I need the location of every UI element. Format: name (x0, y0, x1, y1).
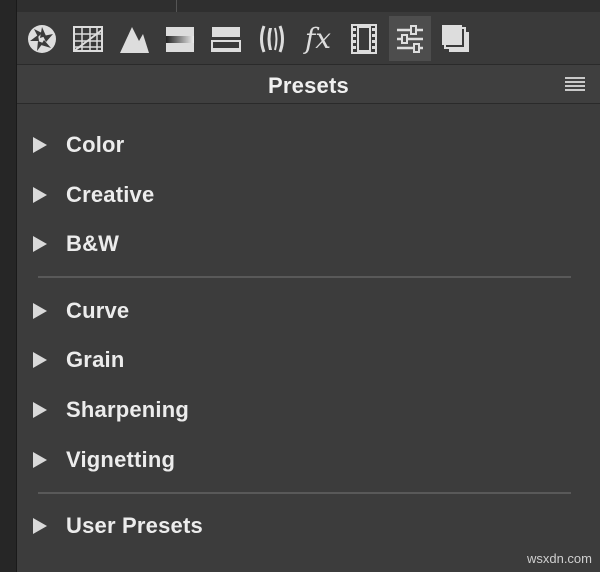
gradient-icon[interactable] (159, 16, 201, 61)
preset-group-bw[interactable]: B&W (29, 224, 569, 264)
menu-icon[interactable] (564, 76, 586, 92)
preset-group-label: Curve (66, 298, 130, 323)
expand-triangle-icon (33, 236, 47, 252)
preset-group-creative[interactable]: Creative (29, 175, 569, 215)
sliders-icon[interactable] (389, 16, 431, 61)
panel-header: Presets (17, 65, 600, 104)
preset-group-label: Grain (66, 347, 125, 372)
expand-triangle-icon (33, 452, 47, 468)
preset-group-label: Sharpening (66, 397, 190, 422)
left-edge (0, 0, 17, 572)
preset-group-user-presets[interactable]: User Presets (29, 506, 569, 546)
preset-group-sharpening[interactable]: Sharpening (29, 390, 569, 430)
grid-icon[interactable] (67, 16, 109, 61)
preset-group-label: Color (66, 132, 125, 157)
layers-icon[interactable] (435, 16, 477, 61)
preset-group-label: Vignetting (66, 447, 176, 472)
top-strip-divider (176, 0, 177, 12)
preset-group-label: User Presets (66, 513, 203, 538)
presets-list: Color Creative B&W Curve Grain Sharpenin… (17, 104, 600, 572)
preset-group-label: B&W (66, 231, 120, 256)
preset-group-curve[interactable]: Curve (29, 291, 569, 331)
tool-tabs-bar: fx (17, 12, 600, 65)
top-strip (0, 0, 600, 12)
expand-triangle-icon (33, 352, 47, 368)
divider (38, 492, 571, 494)
film-icon[interactable] (343, 16, 385, 61)
expand-triangle-icon (33, 303, 47, 319)
lens-icon[interactable] (251, 16, 293, 61)
preset-group-label: Creative (66, 182, 155, 207)
watermark: wsxdn.com (526, 551, 592, 566)
sharpness-icon[interactable] (113, 16, 155, 61)
aperture-icon[interactable] (21, 16, 63, 61)
expand-triangle-icon (33, 402, 47, 418)
preset-group-grain[interactable]: Grain (29, 340, 569, 380)
divider (38, 276, 571, 278)
expand-triangle-icon (33, 187, 47, 203)
levels-icon[interactable] (205, 16, 247, 61)
preset-group-color[interactable]: Color (29, 125, 569, 165)
panel-title: Presets (268, 73, 349, 98)
expand-triangle-icon (33, 137, 47, 153)
expand-triangle-icon (33, 518, 47, 534)
preset-group-vignetting[interactable]: Vignetting (29, 440, 569, 480)
fx-glyph: fx (304, 22, 332, 55)
fx-icon[interactable]: fx (297, 16, 339, 61)
